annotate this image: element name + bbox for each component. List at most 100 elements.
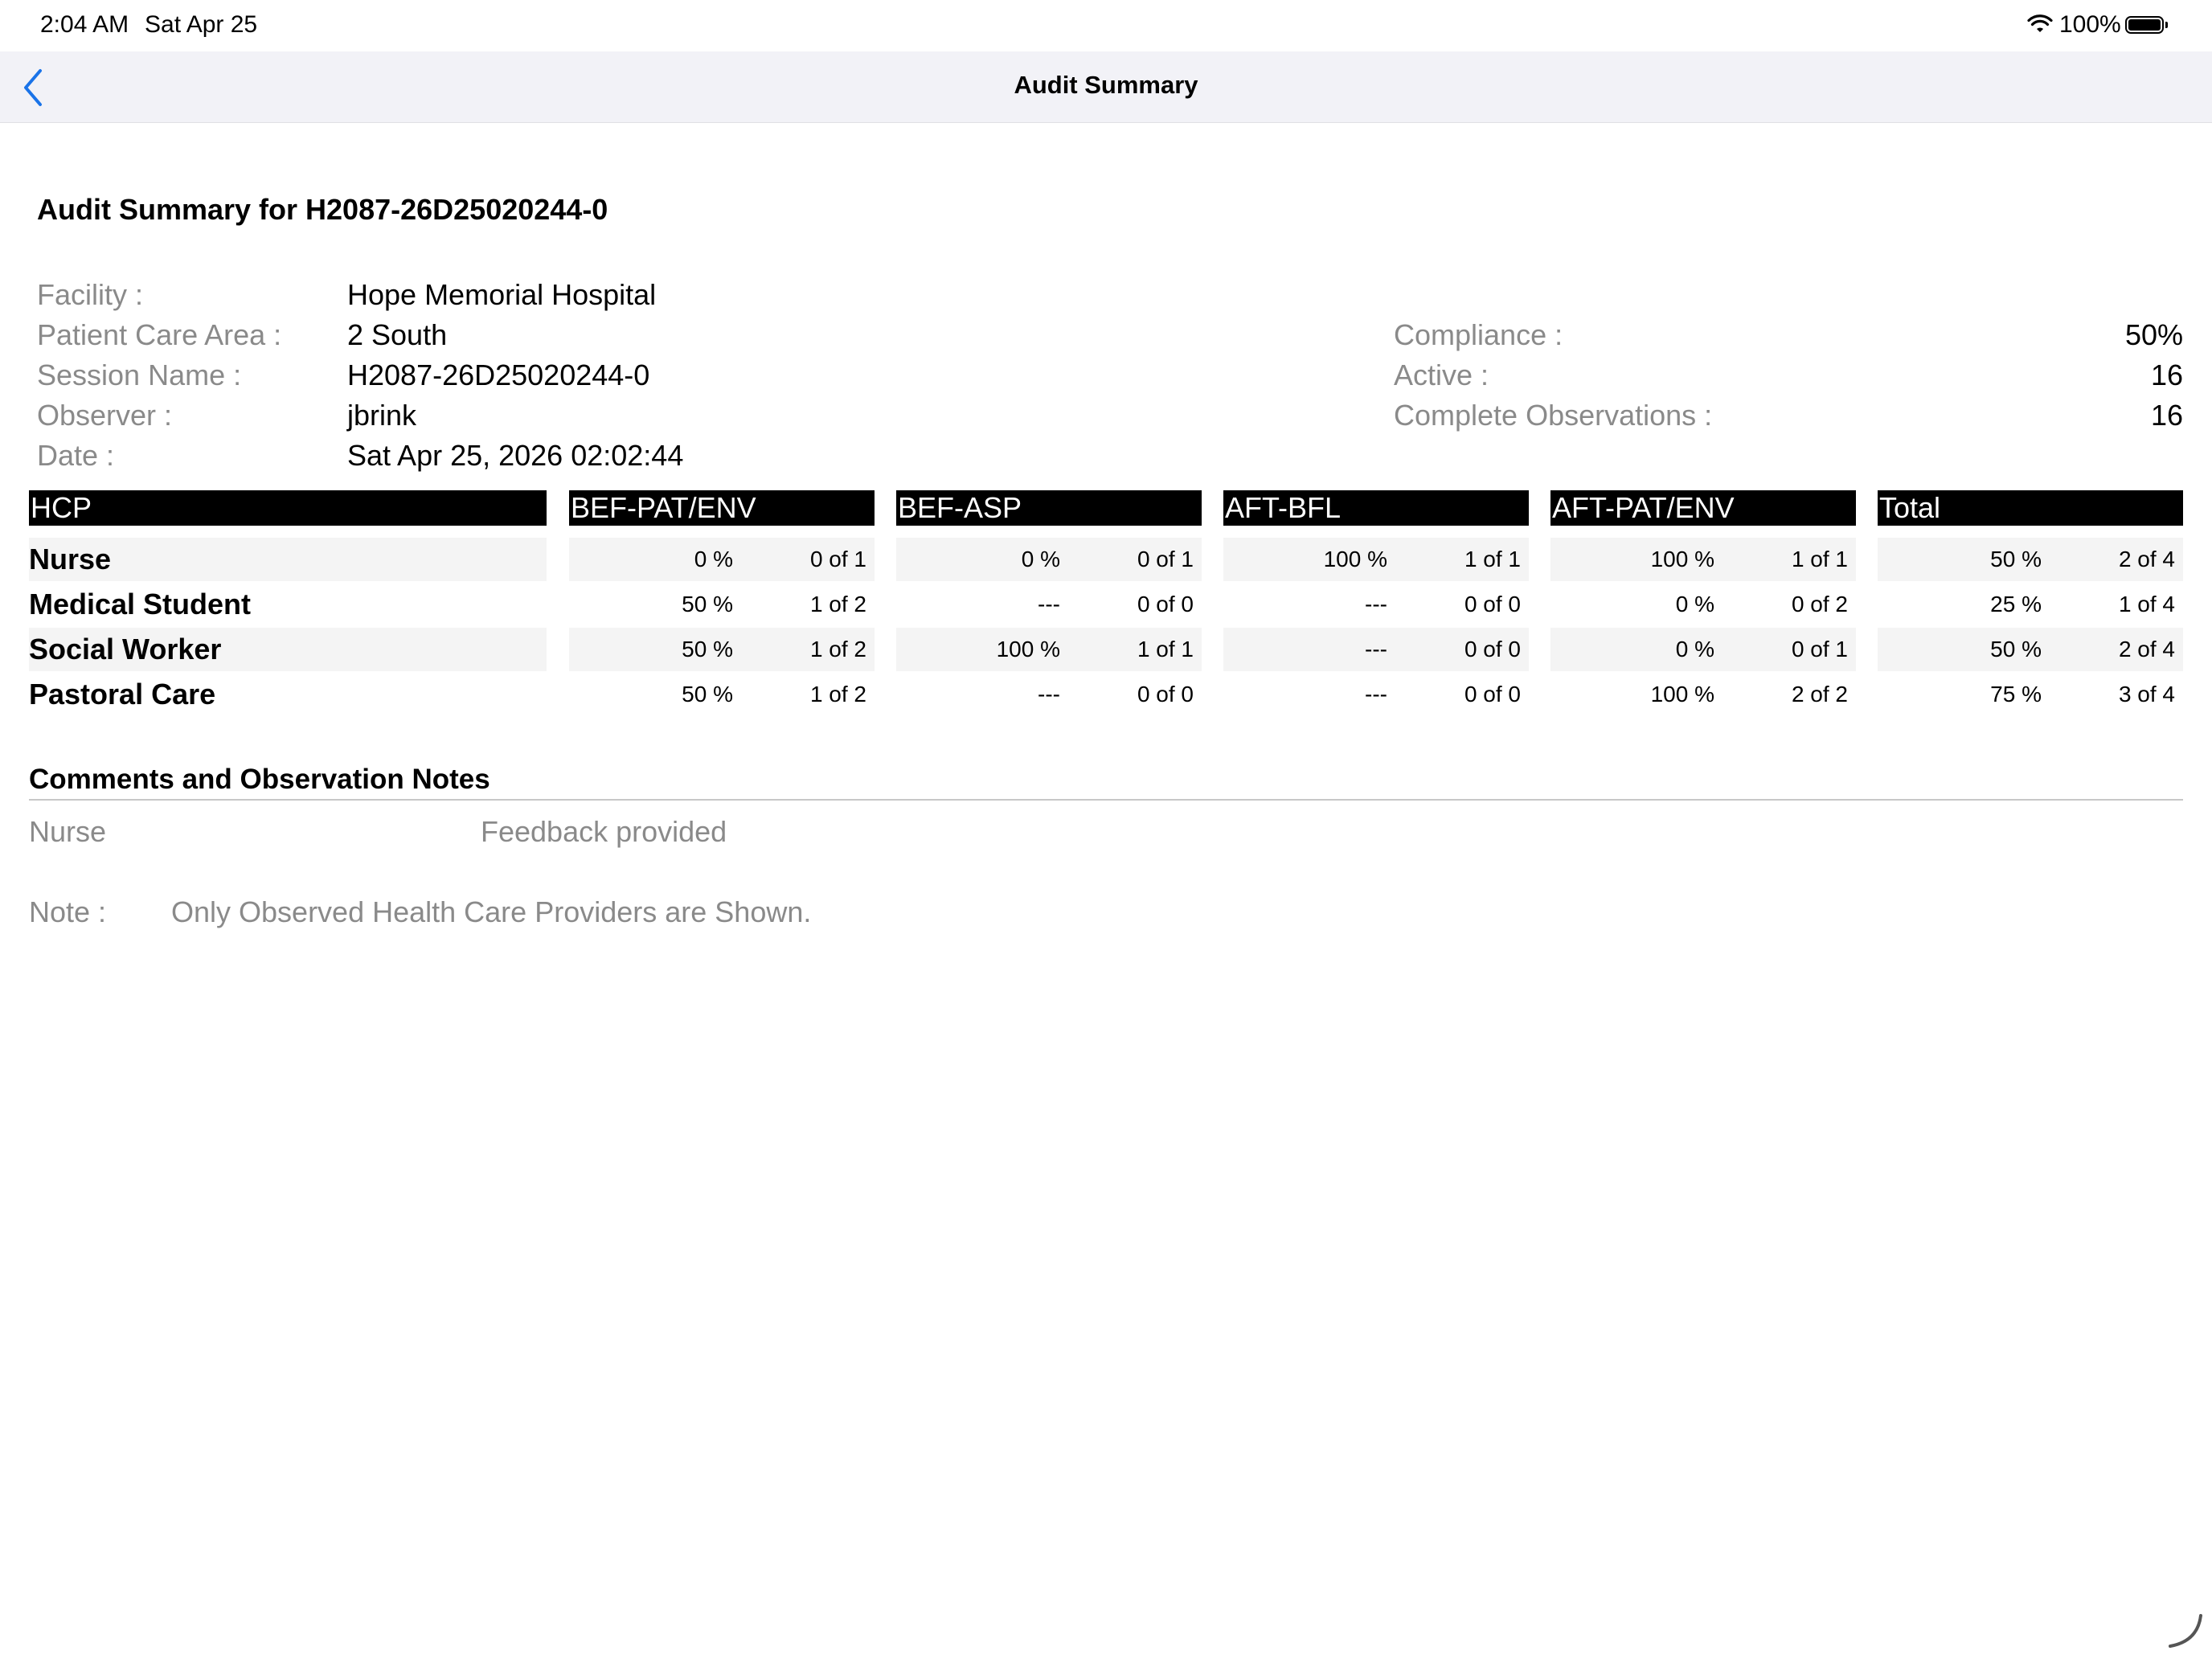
cell-percent: --- (1365, 592, 1387, 616)
hcp-name-nurse: Nurse (29, 538, 547, 581)
hcp-name-social-worker: Social Worker (29, 628, 547, 671)
hcp-name-medical-student: Medical Student (29, 588, 252, 621)
nav-title: Audit Summary (1014, 71, 1198, 99)
battery-percent: 100% (2059, 11, 2121, 38)
cell-percent: 50 % (682, 637, 733, 662)
cell-count: 1 of 1 (1791, 547, 1848, 571)
cell-nurse-bef-asp: 0 % 0 of 1 (896, 538, 1202, 581)
cell-count: 1 of 2 (809, 592, 866, 616)
cell-count: 0 of 0 (1137, 592, 1194, 616)
cell-pastoral-care-bef-pat-env: 50 % 1 of 2 (569, 673, 875, 716)
cell-medical-student-bef-asp: --- 0 of 0 (896, 583, 1202, 626)
cell-count: 0 of 1 (1137, 547, 1194, 571)
cell-medical-student-aft-pat-env: 0 % 0 of 2 (1550, 583, 1856, 626)
header-bef-pat-env: BEF-PAT/ENV (569, 490, 875, 526)
cell-percent: 100 % (1323, 547, 1387, 571)
cell-percent: 50 % (1990, 547, 2042, 571)
date-label: Date : (37, 439, 115, 472)
session-label: Session Name : (37, 358, 242, 391)
page-title: Audit Summary for H2087-26D25020244-0 (37, 193, 608, 226)
comment-author: Nurse (29, 815, 107, 848)
compliance-label: Compliance : (1394, 318, 1563, 351)
cell-count: 2 of 4 (2118, 547, 2175, 571)
observer-value: jbrink (347, 399, 417, 432)
cell-percent: 100 % (996, 637, 1060, 662)
session-value: H2087-26D25020244-0 (347, 358, 650, 391)
cell-count: 0 of 0 (1137, 682, 1194, 707)
cell-percent: 100 % (1650, 682, 1714, 707)
cell-nurse-bef-pat-env: 0 % 0 of 1 (569, 538, 875, 581)
complete-observations-label: Complete Observations : (1394, 399, 1713, 432)
cell-count: 1 of 4 (2118, 592, 2175, 616)
cell-percent: 100 % (1650, 547, 1714, 571)
cell-pastoral-care-aft-bfl: --- 0 of 0 (1223, 673, 1529, 716)
cell-pastoral-care-aft-pat-env: 100 % 2 of 2 (1550, 673, 1856, 716)
cell-percent: 0 % (1675, 592, 1714, 616)
comment-text: Feedback provided (481, 815, 727, 848)
cell-percent: 50 % (1990, 637, 2042, 662)
status-date: Sat Apr 25 (145, 11, 258, 38)
battery-tip (2165, 22, 2168, 28)
note-text: Only Observed Health Care Providers are … (171, 895, 812, 928)
care-area-value: 2 South (347, 318, 448, 351)
hcp-name-pastoral-care: Pastoral Care (29, 678, 216, 711)
header-aft-bfl: AFT-BFL (1223, 490, 1529, 526)
comments-section-title: Comments and Observation Notes (29, 764, 490, 795)
section-divider (29, 799, 2183, 801)
cell-count: 0 of 1 (1791, 637, 1848, 662)
cell-count: 0 of 1 (809, 547, 866, 571)
cell-percent: 0 % (1675, 637, 1714, 662)
cell-count: 1 of 1 (1137, 637, 1194, 662)
cell-percent: 0 % (694, 547, 733, 571)
cell-percent: 25 % (1990, 592, 2042, 616)
cell-count: 0 of 0 (1464, 682, 1521, 707)
cell-social-worker-total: 50 % 2 of 4 (1878, 628, 2183, 671)
header-aft-pat-env: AFT-PAT/ENV (1550, 490, 1856, 526)
cell-percent: --- (1038, 592, 1060, 616)
cell-percent: --- (1038, 682, 1060, 707)
compliance-value: 50% (2124, 318, 2183, 351)
cell-count: 0 of 0 (1464, 592, 1521, 616)
cell-count: 1 of 1 (1464, 547, 1521, 571)
cell-nurse-total: 50 % 2 of 4 (1878, 538, 2183, 581)
cell-medical-student-aft-bfl: --- 0 of 0 (1223, 583, 1529, 626)
cell-count: 2 of 2 (1791, 682, 1848, 707)
complete-observations-value: 16 (2150, 399, 2183, 432)
cell-percent: 0 % (1021, 547, 1060, 571)
date-value: Sat Apr 25, 2026 02:02:44 (347, 439, 684, 472)
facility-label: Facility : (37, 278, 144, 311)
battery-icon (2125, 16, 2164, 34)
wifi-icon (2027, 14, 2053, 32)
cell-nurse-aft-pat-env: 100 % 1 of 1 (1550, 538, 1856, 581)
cell-medical-student-total: 25 % 1 of 4 (1878, 583, 2183, 626)
cell-percent: 50 % (682, 682, 733, 707)
care-area-label: Patient Care Area : (37, 318, 282, 351)
cell-social-worker-bef-asp: 100 % 1 of 1 (896, 628, 1202, 671)
cell-pastoral-care-bef-asp: --- 0 of 0 (896, 673, 1202, 716)
cell-count: 0 of 2 (1791, 592, 1848, 616)
note-label: Note : (29, 895, 107, 928)
cell-social-worker-bef-pat-env: 50 % 1 of 2 (569, 628, 875, 671)
cell-count: 3 of 4 (2118, 682, 2175, 707)
active-label: Active : (1394, 358, 1489, 391)
cell-social-worker-aft-bfl: --- 0 of 0 (1223, 628, 1529, 671)
header-bef-asp: BEF-ASP (896, 490, 1202, 526)
cell-count: 2 of 4 (2118, 637, 2175, 662)
cell-percent: --- (1365, 682, 1387, 707)
cell-percent: --- (1365, 637, 1387, 662)
cell-social-worker-aft-pat-env: 0 % 0 of 1 (1550, 628, 1856, 671)
cell-count: 1 of 2 (809, 682, 866, 707)
facility-value: Hope Memorial Hospital (347, 278, 657, 311)
active-value: 16 (2150, 358, 2183, 391)
cell-percent: 75 % (1990, 682, 2042, 707)
cell-count: 1 of 2 (809, 637, 866, 662)
cell-percent: 50 % (682, 592, 733, 616)
status-time: 2:04 AM (40, 11, 129, 38)
resize-handle-icon[interactable] (2165, 1611, 2206, 1651)
header-total: Total (1878, 490, 2183, 526)
observer-label: Observer : (37, 399, 173, 432)
cell-pastoral-care-total: 75 % 3 of 4 (1878, 673, 2183, 716)
cell-medical-student-bef-pat-env: 50 % 1 of 2 (569, 583, 875, 626)
cell-count: 0 of 0 (1464, 637, 1521, 662)
header-hcp: HCP (29, 490, 547, 526)
